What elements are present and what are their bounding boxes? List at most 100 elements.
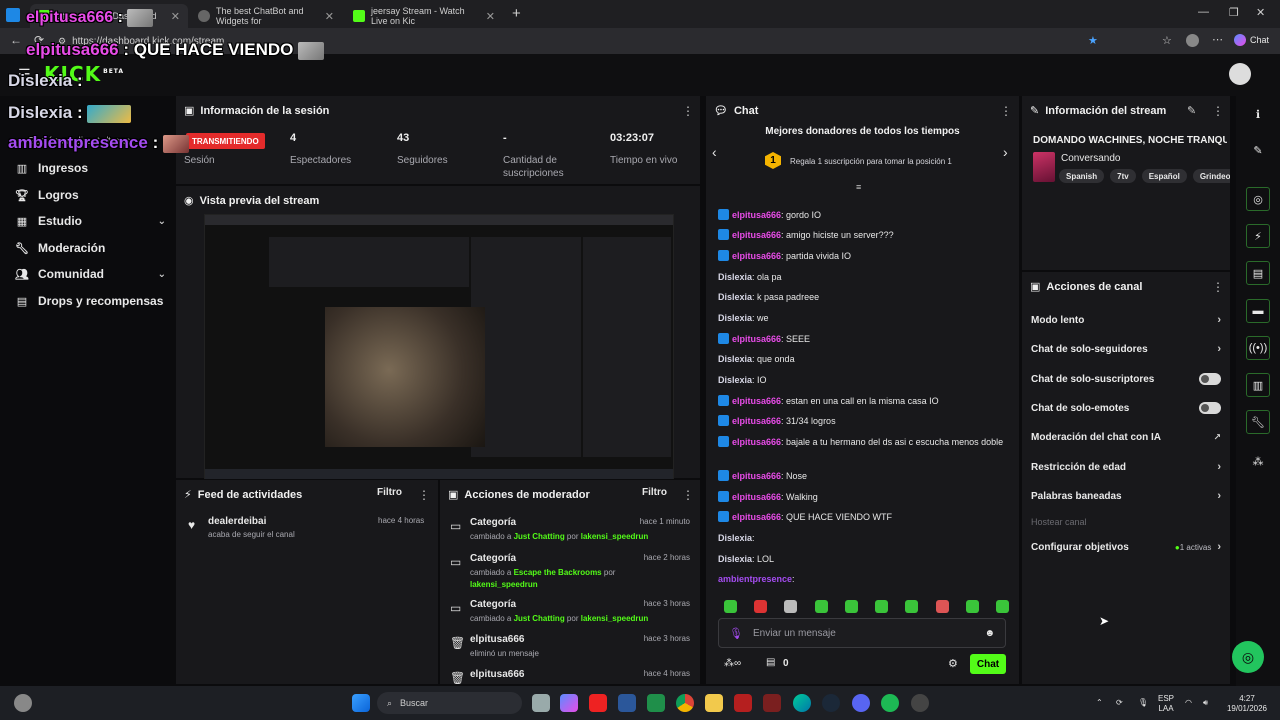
action-ai-moderation[interactable]: Moderación del chat con IA ↗ (1031, 428, 1221, 446)
emote-icon[interactable] (875, 600, 889, 613)
chat-bubble-icon[interactable]: ▬ (1246, 299, 1270, 323)
chat-settings-icon[interactable]: ⚙ (948, 657, 958, 670)
emote-icon[interactable] (965, 600, 979, 613)
windows-start-icon[interactable] (352, 694, 370, 712)
tray-app-icon[interactable]: ⟳ (1116, 698, 1123, 708)
subscribers-only-toggle[interactable] (1199, 373, 1221, 385)
file-explorer-icon[interactable] (705, 694, 723, 712)
kebab-menu-icon[interactable]: ⋮ (682, 488, 694, 502)
user-avatar[interactable] (1229, 63, 1251, 85)
action-slow-mode[interactable]: Modo lento › (1031, 311, 1221, 329)
pencil-icon[interactable]: ✎ (1246, 138, 1270, 162)
clock[interactable]: 4:27 19/01/2026 (1222, 694, 1272, 714)
edit-stream-icon[interactable]: ✎ (1187, 104, 1196, 117)
tag-chip[interactable]: 7tv (1110, 169, 1136, 183)
close-tab-icon[interactable]: ✕ (325, 10, 334, 23)
gift-icon[interactable]: ▤ (766, 657, 775, 668)
emote-icon[interactable] (935, 600, 949, 613)
chevron-right-icon[interactable]: › (1003, 144, 1008, 160)
drag-handle-icon[interactable]: ≡ (856, 182, 861, 192)
kebab-menu-icon[interactable]: ⋮ (418, 488, 430, 502)
session-widget-icon[interactable]: ◎ (1246, 187, 1270, 211)
activity-filter-button[interactable]: Filtro (377, 487, 402, 498)
community-points-icon[interactable]: ⁂∞ (724, 658, 741, 669)
chat-username[interactable]: elpitusa666 (732, 416, 781, 426)
tray-overflow-icon[interactable]: ⌃ (1096, 698, 1103, 708)
restore-icon[interactable]: ❐ (1229, 6, 1239, 19)
sidebar-item-estudio[interactable]: ▦ Estudio ⌄ (16, 211, 166, 231)
chat-username[interactable]: Dislexia (718, 272, 752, 282)
chat-username[interactable]: Dislexia (718, 375, 752, 385)
discord-icon[interactable] (852, 694, 870, 712)
info-icon[interactable]: ℹ (1246, 102, 1270, 126)
volume-icon[interactable]: 🔊︎ (1203, 698, 1208, 708)
action-age-restriction[interactable]: Restricción de edad › (1031, 458, 1221, 476)
browser-tab-chatbot[interactable]: The best ChatBot and Widgets for ✕ (190, 4, 342, 28)
chat-username[interactable]: Dislexia (718, 533, 752, 543)
chat-message-input[interactable]: 🎙︎ Enviar un mensaje ☻ (718, 618, 1006, 648)
mod-filter-button[interactable]: Filtro (642, 487, 667, 498)
copilot-icon[interactable] (560, 694, 578, 712)
sidebar-item-moderacion[interactable]: 🔧︎ Moderación (15, 238, 166, 258)
copilot-chat-button[interactable]: Chat (1234, 34, 1269, 46)
chat-username[interactable]: Dislexia (718, 354, 752, 364)
action-followers-only[interactable]: Chat de solo-seguidores › (1031, 340, 1221, 358)
emote-icon[interactable] (754, 600, 768, 613)
emotes-only-toggle[interactable] (1199, 402, 1221, 414)
minimize-icon[interactable]: — (1198, 6, 1209, 18)
support-chat-fab[interactable]: ◎ (1232, 641, 1264, 673)
kebab-menu-icon[interactable]: ⋮ (1000, 104, 1012, 118)
chat-username[interactable]: elpitusa666 (732, 230, 781, 240)
send-chat-button[interactable]: Chat (970, 654, 1006, 674)
stream-category[interactable]: Conversando (1061, 153, 1120, 164)
favorite-star-icon[interactable]: ★ (1088, 34, 1098, 47)
filezilla-icon[interactable] (734, 694, 752, 712)
tag-chip[interactable]: Spanish (1059, 169, 1105, 183)
community-points-icon[interactable]: ⁂ (1246, 449, 1270, 473)
stream-preview-video[interactable] (204, 214, 674, 479)
tag-chip[interactable]: Español (1141, 169, 1187, 183)
microphone-icon[interactable]: 🎙︎ (729, 627, 743, 640)
chat-username[interactable]: ambientpresence (718, 574, 792, 584)
emote-icon[interactable] (905, 600, 919, 613)
chrome-icon[interactable] (676, 694, 694, 712)
emote-icon[interactable] (995, 600, 1009, 613)
word-icon[interactable] (618, 694, 636, 712)
kebab-menu-icon[interactable]: ⋮ (1212, 280, 1224, 294)
broadcast-icon[interactable]: ((•)) (1246, 336, 1270, 360)
chat-username[interactable]: elpitusa666 (732, 251, 781, 261)
chat-username[interactable]: elpitusa666 (732, 210, 781, 220)
emote-icon[interactable] (844, 600, 858, 613)
sidebar-item-logros[interactable]: 🏆︎ Logros (15, 185, 166, 205)
steam-icon[interactable] (822, 694, 840, 712)
action-goals[interactable]: Configurar objetivos ●1 activas › (1031, 538, 1221, 556)
task-view-icon[interactable] (532, 694, 550, 712)
kebab-menu-icon[interactable]: ⋮ (682, 104, 694, 118)
activity-username[interactable]: dealerdeibai (208, 516, 266, 527)
chat-username[interactable]: Dislexia (718, 292, 752, 302)
taskbar-search[interactable]: ⌕ Buscar (377, 692, 522, 714)
spotify-icon[interactable] (881, 694, 899, 712)
chat-username[interactable]: elpitusa666 (732, 471, 781, 481)
back-icon[interactable]: ← (10, 33, 22, 47)
chat-username[interactable]: elpitusa666 (732, 396, 781, 406)
tag-chip[interactable]: Grindeo (1192, 169, 1230, 183)
profile-avatar-icon[interactable] (1186, 34, 1199, 47)
app-icon[interactable] (647, 694, 665, 712)
layout-icon[interactable]: ▥ (1246, 373, 1270, 397)
action-banned-words[interactable]: Palabras baneadas › (1031, 487, 1221, 505)
emote-icon[interactable] (814, 600, 828, 613)
emote-icon[interactable] (784, 600, 798, 613)
chat-username[interactable]: Dislexia (718, 313, 752, 323)
chevron-left-icon[interactable]: ‹ (712, 144, 717, 160)
kebab-menu-icon[interactable]: ⋮ (1212, 104, 1224, 118)
wifi-icon[interactable]: ◠ (1185, 698, 1192, 708)
chat-username[interactable]: elpitusa666 (732, 512, 781, 522)
weather-icon[interactable] (14, 694, 32, 712)
notes-icon[interactable]: ▤ (1246, 261, 1270, 285)
app-icon[interactable] (763, 694, 781, 712)
microphone-icon[interactable]: 🎙︎ (1138, 698, 1148, 708)
obs-icon[interactable] (911, 694, 929, 712)
emoji-picker-icon[interactable]: ☻ (984, 628, 995, 639)
close-tab-icon[interactable]: ✕ (171, 10, 180, 23)
